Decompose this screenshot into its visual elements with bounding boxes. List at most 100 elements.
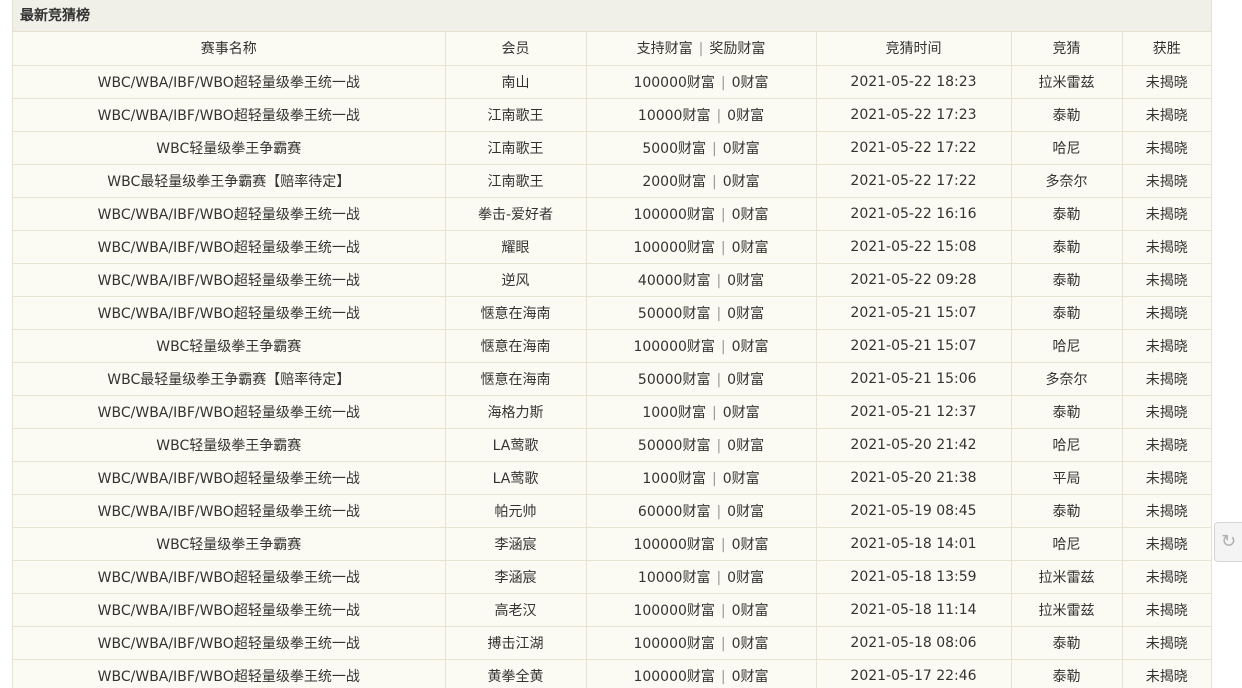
cell-member[interactable]: 耀眼 — [445, 230, 587, 264]
cell-event: WBC/WBA/IBF/WBO超轻量级拳王统一战 — [13, 98, 446, 132]
table-row: WBC/WBA/IBF/WBO超轻量级拳王统一战 高老汉 100000财富 | 0财富 2… — [13, 593, 1211, 627]
cell-event: WBC/WBA/IBF/WBO超轻量级拳王统一战 — [13, 65, 446, 99]
cell-member[interactable]: 李涵宸 — [445, 527, 587, 561]
cell-win: 未揭晓 — [1122, 428, 1211, 462]
cell-wealth: 50000财富 | 0财富 — [586, 428, 817, 462]
guess-table: 赛事名称 会员 支持财富 | 奖励财富 竞猜时间 竞猜 获胜 WBC/WBA/IBF… — [13, 32, 1211, 688]
cell-time: 2021-05-18 11:14 — [816, 593, 1012, 627]
cell-wealth: 100000财富 | 0财富 — [586, 527, 817, 561]
cell-member[interactable]: 江南歌王 — [445, 131, 587, 165]
cell-win: 未揭晓 — [1122, 494, 1211, 528]
cell-win: 未揭晓 — [1122, 164, 1211, 198]
cell-wealth: 50000财富 | 0财富 — [586, 296, 817, 330]
cell-member[interactable]: LA莺歌 — [445, 461, 587, 495]
cell-time: 2021-05-19 08:45 — [816, 494, 1012, 528]
cell-wealth: 50000财富 | 0财富 — [586, 362, 817, 396]
cell-support: 50000财富 — [637, 371, 711, 388]
refresh-icon: ↻ — [1220, 531, 1237, 552]
table-row: WBC最轻量级拳王争霸赛【赔率待定】 惬意在海南 50000财富 | 0财富 2021-0… — [13, 362, 1211, 396]
cell-member[interactable]: 帕元帅 — [445, 494, 587, 528]
cell-separator: | — [720, 536, 726, 553]
header-wealth: 支持财富 | 奖励财富 — [586, 32, 817, 66]
cell-member[interactable]: 李涵宸 — [445, 560, 587, 594]
cell-separator: | — [712, 140, 717, 157]
cell-win: 未揭晓 — [1122, 560, 1211, 594]
cell-member[interactable]: 惬意在海南 — [445, 329, 587, 363]
cell-time: 2021-05-22 17:22 — [816, 164, 1012, 198]
cell-support: 100000财富 — [633, 602, 715, 619]
cell-win: 未揭晓 — [1122, 527, 1211, 561]
cell-event: WBC/WBA/IBF/WBO超轻量级拳王统一战 — [13, 593, 446, 627]
cell-separator: | — [716, 569, 722, 586]
table-row: WBC/WBA/IBF/WBO超轻量级拳王统一战 搏击江湖 100000财富 | 0财富… — [13, 626, 1211, 660]
cell-member[interactable]: 南山 — [445, 65, 587, 99]
table-row: WBC轻量级拳王争霸赛 惬意在海南 100000财富 | 0财富 2021-05-21 1… — [13, 329, 1211, 363]
cell-event: WBC/WBA/IBF/WBO超轻量级拳王统一战 — [13, 263, 446, 297]
cell-separator: | — [712, 404, 717, 421]
cell-time: 2021-05-21 15:06 — [816, 362, 1012, 396]
cell-time: 2021-05-21 12:37 — [816, 395, 1012, 429]
cell-support: 10000财富 — [637, 107, 711, 124]
cell-time: 2021-05-18 13:59 — [816, 560, 1012, 594]
cell-member[interactable]: 拳击-爱好者 — [445, 197, 587, 231]
cell-member[interactable]: 海格力斯 — [445, 395, 587, 429]
cell-guess: 多奈尔 — [1011, 164, 1123, 198]
cell-wealth: 100000财富 | 0财富 — [586, 593, 817, 627]
cell-win: 未揭晓 — [1122, 98, 1211, 132]
cell-wealth: 1000财富 | 0财富 — [586, 395, 817, 429]
cell-member[interactable]: 逆风 — [445, 263, 587, 297]
cell-separator: | — [716, 305, 722, 322]
cell-reward: 0财富 — [731, 668, 769, 685]
cell-member[interactable]: 惬意在海南 — [445, 362, 587, 396]
cell-reward: 0财富 — [727, 305, 765, 322]
cell-wealth: 60000财富 | 0财富 — [586, 494, 817, 528]
cell-guess: 拉米雷兹 — [1011, 65, 1123, 99]
table-row: WBC/WBA/IBF/WBO超轻量级拳王统一战 耀眼 100000财富 | 0财富 20… — [13, 230, 1211, 264]
cell-member[interactable]: 黄拳全黄 — [445, 659, 587, 688]
cell-time: 2021-05-22 18:23 — [816, 65, 1012, 99]
cell-reward: 0财富 — [727, 569, 765, 586]
cell-member[interactable]: 江南歌王 — [445, 164, 587, 198]
table-row: WBC/WBA/IBF/WBO超轻量级拳王统一战 南山 100000财富 | 0财富 20… — [13, 65, 1211, 99]
cell-guess: 哈尼 — [1011, 527, 1123, 561]
cell-time: 2021-05-22 17:23 — [816, 98, 1012, 132]
cell-guess: 泰勒 — [1011, 395, 1123, 429]
cell-member[interactable]: 江南歌王 — [445, 98, 587, 132]
cell-event: WBC轻量级拳王争霸赛 — [13, 527, 446, 561]
cell-support: 50000财富 — [637, 305, 711, 322]
cell-support: 5000财富 — [642, 140, 706, 157]
cell-reward: 0财富 — [727, 437, 765, 454]
cell-member[interactable]: 搏击江湖 — [445, 626, 587, 660]
table-row: WBC/WBA/IBF/WBO超轻量级拳王统一战 逆风 40000财富 | 0财富 202… — [13, 263, 1211, 297]
table-row: WBC/WBA/IBF/WBO超轻量级拳王统一战 黄拳全黄 100000财富 | 0财富… — [13, 659, 1211, 688]
cell-support: 100000财富 — [633, 338, 715, 355]
cell-wealth: 1000财富 | 0财富 — [586, 461, 817, 495]
cell-separator: | — [720, 602, 726, 619]
cell-guess: 哈尼 — [1011, 329, 1123, 363]
cell-event: WBC轻量级拳王争霸赛 — [13, 329, 446, 363]
cell-event: WBC/WBA/IBF/WBO超轻量级拳王统一战 — [13, 296, 446, 330]
cell-guess: 多奈尔 — [1011, 362, 1123, 396]
cell-separator: | — [720, 206, 726, 223]
cell-support: 100000财富 — [633, 239, 715, 256]
cell-win: 未揭晓 — [1122, 65, 1211, 99]
cell-win: 未揭晓 — [1122, 197, 1211, 231]
cell-win: 未揭晓 — [1122, 263, 1211, 297]
cell-event: WBC/WBA/IBF/WBO超轻量级拳王统一战 — [13, 560, 446, 594]
cell-event: WBC/WBA/IBF/WBO超轻量级拳王统一战 — [13, 230, 446, 264]
cell-guess: 哈尼 — [1011, 428, 1123, 462]
cell-support: 100000财富 — [633, 74, 715, 91]
cell-support: 1000财富 — [642, 404, 706, 421]
cell-member[interactable]: 高老汉 — [445, 593, 587, 627]
side-float-button[interactable]: ↻ — [1214, 522, 1242, 562]
cell-member[interactable]: LA莺歌 — [445, 428, 587, 462]
cell-event: WBC/WBA/IBF/WBO超轻量级拳王统一战 — [13, 395, 446, 429]
cell-wealth: 10000财富 | 0财富 — [586, 98, 817, 132]
cell-reward: 0财富 — [722, 404, 760, 421]
cell-separator: | — [716, 107, 722, 124]
cell-separator: | — [716, 272, 722, 289]
cell-guess: 泰勒 — [1011, 494, 1123, 528]
cell-wealth: 100000财富 | 0财富 — [586, 626, 817, 660]
cell-member[interactable]: 惬意在海南 — [445, 296, 587, 330]
cell-wealth: 2000财富 | 0财富 — [586, 164, 817, 198]
